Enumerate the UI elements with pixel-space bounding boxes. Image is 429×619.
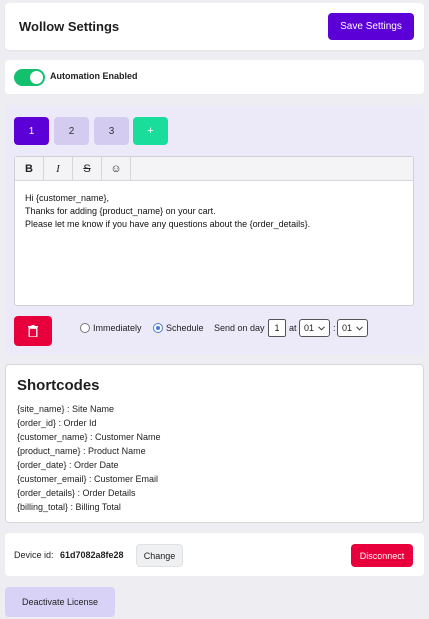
shortcode-item: {site_name} : Site Name xyxy=(17,404,115,414)
save-settings-button[interactable]: Save Settings xyxy=(328,13,414,40)
strikethrough-button[interactable]: S xyxy=(73,157,102,180)
deactivate-license-button[interactable]: Deactivate License xyxy=(5,587,115,617)
schedule-label: Schedule xyxy=(166,323,204,333)
day-input[interactable]: 1 xyxy=(268,319,286,337)
automation-label: Automation Enabled xyxy=(50,71,138,81)
header-bar: Wollow Settings Save Settings xyxy=(5,3,424,50)
send-on-day-label: Send on day xyxy=(214,323,265,333)
shortcode-item: {order_id} : Order Id xyxy=(17,418,97,428)
schedule-radio[interactable] xyxy=(153,323,163,333)
device-id-label: Device id: xyxy=(14,550,54,560)
shortcode-item: {billing_total} : Billing Total xyxy=(17,502,121,512)
shortcodes-card: Shortcodes {site_name} : Site Name {orde… xyxy=(5,364,424,523)
at-label: at xyxy=(289,323,297,333)
message-panel: 1 2 3 + B I S ☺ Hi {customer_name}, Than… xyxy=(5,105,424,355)
tab-message-1[interactable]: 1 xyxy=(14,117,49,145)
shortcodes-heading: Shortcodes xyxy=(17,377,100,394)
immediately-radio[interactable] xyxy=(80,323,90,333)
emoji-icon[interactable]: ☺ xyxy=(102,157,131,180)
immediately-option[interactable]: Immediately xyxy=(80,323,142,333)
editor-line: Please let me know if you have any quest… xyxy=(25,219,311,229)
tab-message-2[interactable]: 2 xyxy=(54,117,89,145)
shortcode-item: {order_details} : Order Details xyxy=(17,488,136,498)
editor-line: Thanks for adding {product_name} on your… xyxy=(25,206,216,216)
toggle-knob xyxy=(30,71,43,84)
shortcode-item: {order_date} : Order Date xyxy=(17,460,119,470)
page-title: Wollow Settings xyxy=(19,19,120,34)
automation-toggle[interactable] xyxy=(14,69,45,86)
change-device-button[interactable]: Change xyxy=(136,544,183,567)
chevron-down-icon xyxy=(356,325,363,331)
shortcode-item: {customer_email} : Customer Email xyxy=(17,474,159,484)
device-id-value: 61d7082a8fe28 xyxy=(60,550,124,560)
editor-line: Hi {customer_name}, xyxy=(25,193,110,203)
hour-select[interactable]: 01 xyxy=(299,319,330,337)
message-editor: B I S ☺ Hi {customer_name}, Thanks for a… xyxy=(14,156,414,306)
shortcodes-list: {site_name} : Site Name {order_id} : Ord… xyxy=(17,402,161,514)
editor-content[interactable]: Hi {customer_name}, Thanks for adding {p… xyxy=(15,181,413,231)
tab-message-3[interactable]: 3 xyxy=(94,117,129,145)
delete-message-button[interactable] xyxy=(14,316,52,346)
chevron-down-icon xyxy=(318,325,325,331)
bold-button[interactable]: B xyxy=(15,157,44,180)
time-separator: : xyxy=(333,323,336,333)
minute-select[interactable]: 01 xyxy=(337,319,368,337)
disconnect-button[interactable]: Disconnect xyxy=(351,544,413,567)
shortcode-item: {customer_name} : Customer Name xyxy=(17,432,161,442)
italic-button[interactable]: I xyxy=(44,157,73,180)
automation-card: Automation Enabled xyxy=(5,60,424,94)
shortcode-item: {product_name} : Product Name xyxy=(17,446,146,456)
editor-toolbar: B I S ☺ xyxy=(15,157,413,181)
immediately-label: Immediately xyxy=(93,323,142,333)
schedule-option[interactable]: Schedule xyxy=(153,323,204,333)
hour-value: 01 xyxy=(304,323,315,333)
device-card: Device id: 61d7082a8fe28 Change Disconne… xyxy=(5,533,424,576)
trash-icon xyxy=(28,325,38,337)
minute-value: 01 xyxy=(342,323,353,333)
add-message-button[interactable]: + xyxy=(133,117,168,145)
